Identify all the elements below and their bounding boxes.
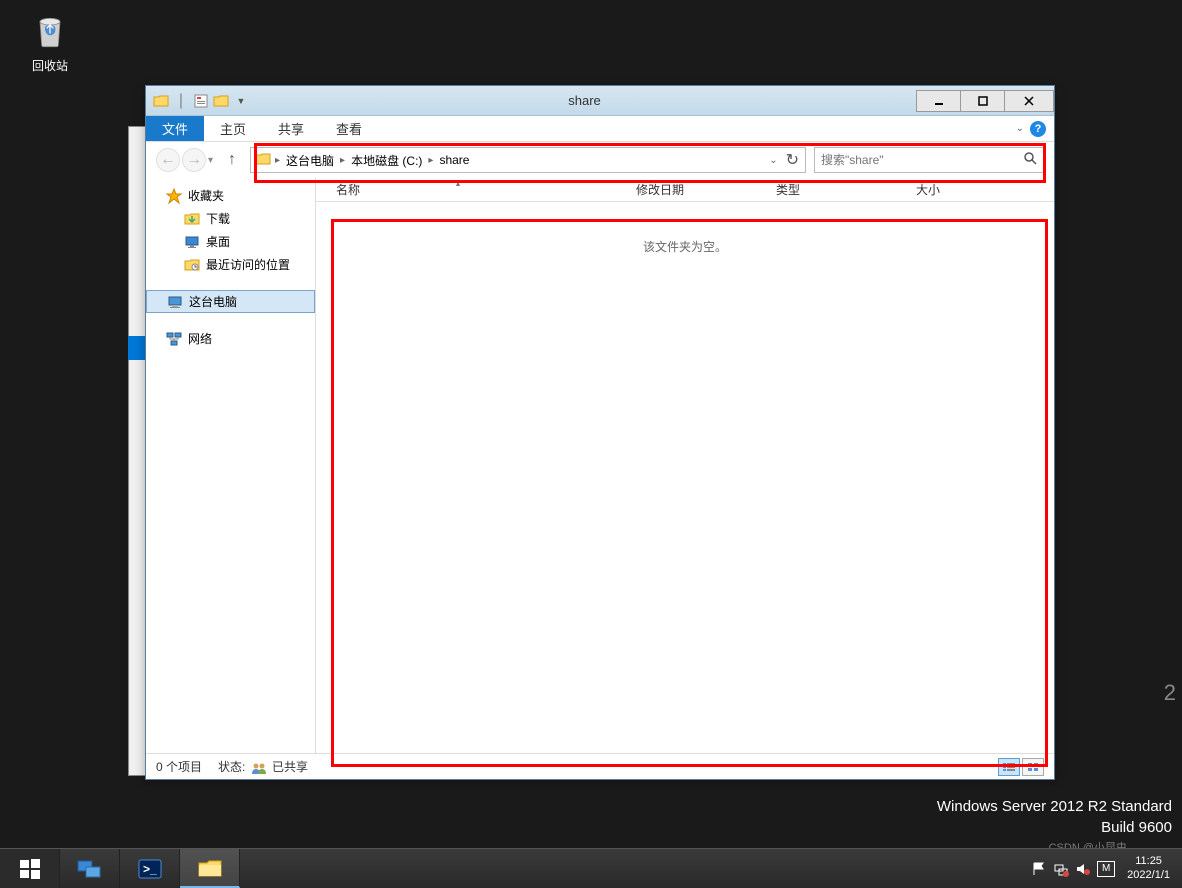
crumb-sep-icon[interactable]: ▸ — [338, 155, 347, 166]
file-list: 名称 ▴ 修改日期 类型 大小 该文件夹为空。 — [316, 178, 1054, 753]
crumb-sep-icon[interactable]: ▸ — [426, 155, 435, 166]
crumb-folder[interactable]: share — [435, 153, 473, 167]
up-button[interactable]: ↑ — [222, 150, 242, 170]
crumb-sep-icon[interactable]: ▸ — [273, 155, 282, 166]
server-manager-icon — [76, 857, 104, 881]
crumb-computer[interactable]: 这台电脑 — [282, 152, 338, 169]
tray-date: 2022/1/1 — [1127, 869, 1170, 882]
history-dropdown-icon[interactable]: ▾ — [208, 155, 220, 166]
window-title: share — [252, 93, 917, 108]
status-bar: 0 个项目 状态: 已共享 — [146, 753, 1054, 779]
system-tray: M 11:25 2022/1/1 — [1031, 849, 1182, 888]
file-content-area[interactable]: 该文件夹为空。 — [316, 202, 1054, 753]
svg-text:>_: >_ — [143, 862, 157, 876]
status-item-count: 0 个项目 — [156, 758, 202, 775]
maximize-button[interactable] — [960, 90, 1005, 112]
minimize-button[interactable] — [916, 90, 961, 112]
tree-network-label: 网络 — [188, 330, 212, 347]
tray-volume-icon[interactable] — [1075, 861, 1091, 877]
tree-downloads[interactable]: 下载 — [146, 207, 315, 230]
address-bar[interactable]: ▸ 这台电脑 ▸ 本地磁盘 (C:) ▸ share ⌄ ↻ — [250, 147, 806, 173]
windows-logo-icon — [18, 857, 42, 881]
help-icon[interactable]: ? — [1030, 121, 1046, 137]
tray-ime-icon[interactable]: M — [1097, 861, 1115, 877]
properties-icon[interactable] — [192, 92, 210, 110]
search-icon[interactable] — [1023, 151, 1037, 170]
column-name[interactable]: 名称 ▴ — [316, 181, 626, 198]
tree-recent-label: 最近访问的位置 — [206, 256, 290, 273]
forward-button[interactable]: → — [182, 148, 206, 172]
new-folder-icon[interactable] — [212, 92, 230, 110]
column-type[interactable]: 类型 — [766, 181, 906, 198]
recent-icon — [184, 257, 200, 273]
view-details-button[interactable] — [998, 758, 1020, 776]
refresh-icon[interactable]: ↻ — [786, 150, 799, 170]
taskbar-server-manager[interactable] — [60, 849, 120, 888]
computer-icon — [167, 294, 183, 310]
tab-file[interactable]: 文件 — [146, 116, 204, 141]
tray-network-icon[interactable] — [1053, 861, 1069, 877]
tree-network[interactable]: 网络 — [146, 327, 315, 350]
back-button[interactable]: ← — [156, 148, 180, 172]
qat-separator: | — [172, 92, 190, 110]
recycle-bin-label: 回收站 — [20, 57, 80, 74]
address-dropdown-icon[interactable]: ⌄ — [769, 155, 777, 166]
watermark-build: Build 9600 — [937, 817, 1172, 838]
address-row: ← → ▾ ↑ ▸ 这台电脑 ▸ 本地磁盘 (C:) ▸ share ⌄ — [146, 142, 1054, 178]
crumb-drive[interactable]: 本地磁盘 (C:) — [347, 152, 426, 169]
shared-icon — [251, 762, 267, 774]
tree-desktop[interactable]: 桌面 — [146, 230, 315, 253]
desktop-icon — [184, 234, 200, 250]
folder-icon — [152, 92, 170, 110]
sort-indicator-icon: ▴ — [456, 179, 460, 188]
watermark-edition: Windows Server 2012 R2 Standard — [937, 796, 1172, 817]
tray-flag-icon[interactable] — [1031, 861, 1047, 877]
tree-favorites-label: 收藏夹 — [188, 187, 224, 204]
search-box[interactable] — [814, 147, 1044, 173]
column-size[interactable]: 大小 — [906, 181, 1006, 198]
empty-folder-message: 该文件夹为空。 — [643, 238, 727, 753]
ribbon-expand-icon[interactable]: ⌄ — [1016, 123, 1024, 134]
address-folder-icon — [255, 151, 273, 169]
titlebar[interactable]: | ▼ share — [146, 86, 1054, 116]
qat-dropdown-icon[interactable]: ▼ — [232, 92, 250, 110]
tab-share[interactable]: 共享 — [262, 116, 320, 141]
tree-computer[interactable]: 这台电脑 — [146, 290, 315, 313]
explorer-icon — [196, 856, 224, 880]
tab-home[interactable]: 主页 — [204, 116, 262, 141]
taskbar: >_ M 11:25 2022/1/1 — [0, 848, 1182, 888]
powershell-icon: >_ — [136, 857, 164, 881]
ribbon-tabs: 文件 主页 共享 查看 ⌄ ? — [146, 116, 1054, 142]
close-button[interactable] — [1004, 90, 1054, 112]
tree-favorites[interactable]: 收藏夹 — [146, 184, 315, 207]
view-icons-button[interactable] — [1022, 758, 1044, 776]
column-headers: 名称 ▴ 修改日期 类型 大小 — [316, 178, 1054, 202]
tray-clock[interactable]: 11:25 2022/1/1 — [1121, 855, 1176, 881]
column-date[interactable]: 修改日期 — [626, 181, 766, 198]
column-name-label: 名称 — [336, 183, 360, 197]
network-icon — [166, 331, 182, 347]
windows-watermark: Windows Server 2012 R2 Standard Build 96… — [937, 796, 1172, 838]
tree-downloads-label: 下载 — [206, 210, 230, 227]
taskbar-explorer[interactable] — [180, 849, 240, 888]
start-button[interactable] — [0, 849, 60, 888]
status-state: 状态: 已共享 — [218, 758, 308, 775]
status-state-value: 已共享 — [272, 760, 308, 774]
star-icon — [166, 188, 182, 204]
tree-desktop-label: 桌面 — [206, 233, 230, 250]
watermark-partial: 2 — [1164, 680, 1176, 706]
status-state-label: 状态: — [218, 760, 245, 774]
explorer-window: | ▼ share 文件 主页 共享 查看 ⌄ — [145, 85, 1055, 780]
search-input[interactable] — [821, 153, 1023, 167]
tab-view[interactable]: 查看 — [320, 116, 378, 141]
tree-recent[interactable]: 最近访问的位置 — [146, 253, 315, 276]
recycle-bin-icon — [30, 10, 70, 50]
nav-tree: 收藏夹 下载 桌面 最近访问的位置 这台电脑 — [146, 178, 316, 753]
tree-computer-label: 这台电脑 — [189, 293, 237, 310]
downloads-icon — [184, 211, 200, 227]
taskbar-powershell[interactable]: >_ — [120, 849, 180, 888]
tray-time: 11:25 — [1127, 855, 1170, 868]
recycle-bin[interactable]: 回收站 — [20, 10, 80, 74]
